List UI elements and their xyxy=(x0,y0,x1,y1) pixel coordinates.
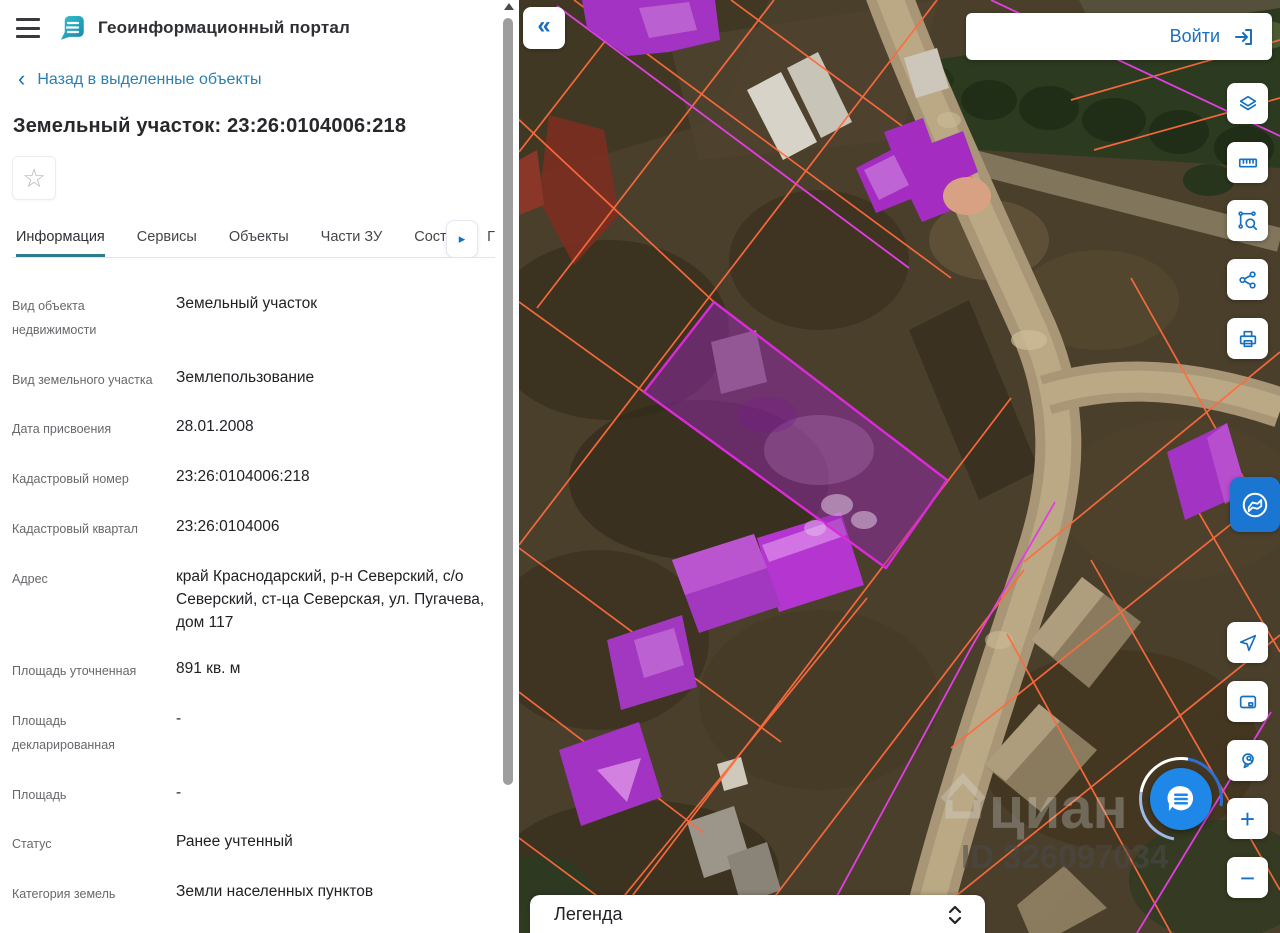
chat-bubble-icon xyxy=(1167,786,1194,812)
favorite-button[interactable]: ☆ xyxy=(12,156,56,200)
legend-title: Легенда xyxy=(554,904,623,924)
svg-text:ID 326097034: ID 326097034 xyxy=(961,838,1169,875)
locate-me-button[interactable] xyxy=(1227,622,1268,663)
hamburger-menu-button[interactable] xyxy=(16,18,40,38)
printer-icon xyxy=(1239,330,1256,347)
overview-map-button[interactable] xyxy=(1227,681,1268,722)
share-icon xyxy=(1238,270,1256,289)
location-search-icon xyxy=(1241,752,1254,768)
back-link[interactable]: ‹ Назад в выделенные объекты xyxy=(18,66,495,91)
svg-text:циан: циан xyxy=(989,776,1128,841)
zoom-out-button[interactable]: − xyxy=(1227,857,1268,898)
field-row: Кадастровый квартал 23:26:0104006 xyxy=(12,517,280,536)
attribute-list: Вид объекта недвижимости Земельный участо… xyxy=(12,282,495,933)
field-row: Вид земельного участка Землепользование xyxy=(12,368,315,387)
print-button[interactable] xyxy=(1227,318,1268,359)
tab-partial-next: Г xyxy=(487,229,495,245)
field-row: Вид объекта недвижимости Земельный участо… xyxy=(12,295,318,337)
geoportal-app: циан ID 326097034 « Войти + − Легенда Ге… xyxy=(0,0,1280,933)
tab-parcel-parts[interactable]: Части ЗУ xyxy=(321,229,383,257)
field-row: Дата присвоения 28.01.2008 xyxy=(12,418,254,437)
map-identify-icon xyxy=(1242,492,1268,517)
page-title: Земельный участок: 23:26:0104006:218 xyxy=(13,115,407,137)
legend-bar[interactable]: Легенда xyxy=(530,895,985,933)
layers-button[interactable] xyxy=(1227,83,1268,124)
field-row: Площадь декларированная - xyxy=(12,710,182,752)
chat-button[interactable] xyxy=(1150,768,1212,830)
login-arrow-icon xyxy=(1235,28,1252,45)
field-row: Площадь уточненная 891 кв. м xyxy=(12,660,241,679)
tab-information[interactable]: Информация xyxy=(16,229,105,257)
field-row: Кадастровый номер 23:26:0104006:218 xyxy=(12,468,310,486)
triangle-right-icon: ▸ xyxy=(458,231,466,246)
expand-collapse-chevrons-icon xyxy=(948,905,962,924)
chevron-left-icon: ‹ xyxy=(18,66,26,91)
mini-map-frame-icon xyxy=(1239,695,1256,708)
search-location-button[interactable] xyxy=(1227,740,1268,781)
tab-services[interactable]: Сервисы xyxy=(137,229,197,257)
tabs-scroll-right-button[interactable]: ▸ xyxy=(446,220,478,257)
star-icon: ☆ xyxy=(22,163,46,193)
field-row: Категория земель Земли населенных пунктов xyxy=(12,883,374,901)
field-row: Статус Ранее учтенный xyxy=(12,833,293,852)
login-button[interactable]: Войти xyxy=(966,13,1272,60)
zoom-in-button[interactable]: + xyxy=(1227,798,1268,839)
field-row: Адрес край Краснодарский, р-н Северский, … xyxy=(12,567,485,632)
double-chevron-left-icon: « xyxy=(537,12,551,39)
measure-button[interactable] xyxy=(1227,142,1268,183)
minus-icon: − xyxy=(1239,862,1256,893)
select-area-search-icon xyxy=(1237,210,1257,230)
tab-objects[interactable]: Объекты xyxy=(229,229,289,257)
field-row: Площадь - xyxy=(12,783,182,802)
info-panel: Геоинформационный портал ‹ Назад в выдел… xyxy=(0,0,519,933)
app-header: Геоинформационный портал xyxy=(12,0,495,47)
app-title: Геоинформационный портал xyxy=(98,18,351,37)
scrollbar-up-arrow[interactable] xyxy=(504,3,514,10)
navigation-arrow-icon xyxy=(1239,634,1256,651)
plus-icon: + xyxy=(1239,803,1256,834)
ruler-icon xyxy=(1238,158,1257,167)
identify-object-tool-button-active[interactable] xyxy=(1230,477,1280,532)
layers-icon xyxy=(1239,95,1256,110)
share-button[interactable] xyxy=(1227,259,1268,300)
collapse-panel-button[interactable]: « xyxy=(523,7,565,49)
panel-scrollbar[interactable] xyxy=(503,18,513,785)
tab-bar: Информация Сервисы Объекты Части ЗУ Сост… xyxy=(12,220,495,258)
field-row: Вид разрешенного использованияДля ведени… xyxy=(12,920,495,933)
area-search-button[interactable] xyxy=(1227,200,1268,241)
geoportal-logo xyxy=(60,15,84,40)
